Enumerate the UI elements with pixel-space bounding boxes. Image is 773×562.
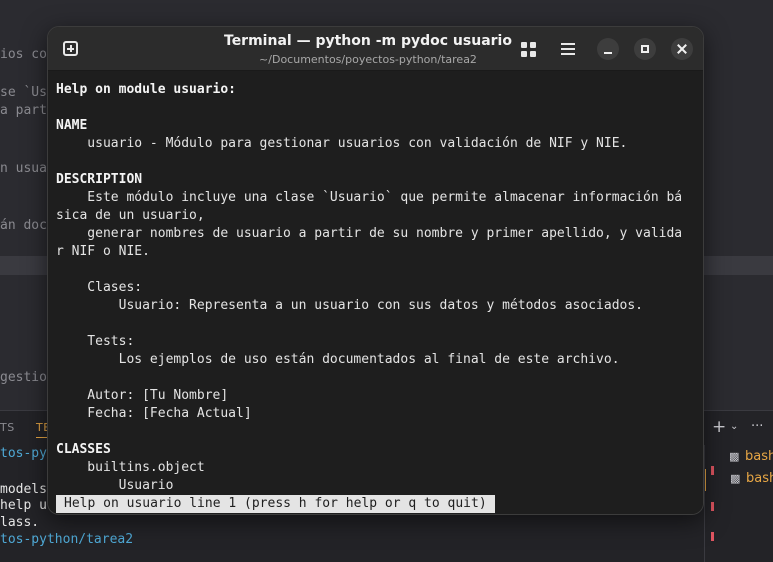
close-icon[interactable] <box>671 38 693 60</box>
editor-line: án doc <box>0 218 47 233</box>
terminal-output-line: Los ejemplos de uso están documentados a… <box>56 352 620 367</box>
terminal-output-line: Usuario: Representa a un usuario con sus… <box>56 298 643 313</box>
change-marker <box>711 532 714 541</box>
terminal-output-line: generar nombres de usuario a partir de s… <box>56 226 683 241</box>
terminal-list-item-label: bash <box>746 471 773 486</box>
editor-line: ios co <box>0 47 47 62</box>
editor-line: gestio <box>0 370 47 385</box>
terminal-icon: ▩ <box>729 450 740 463</box>
window-title: Terminal — python -m pydoc usuario <box>224 33 512 49</box>
terminal-output[interactable]: Help on usuario line 1 (press h for help… <box>48 72 703 514</box>
change-marker <box>711 466 714 475</box>
add-terminal-icon[interactable]: + <box>712 417 726 437</box>
terminal-list-item-label: bash <box>745 449 773 464</box>
terminal-list-item[interactable]: ▩ bash <box>705 469 773 491</box>
editor-line: se `Us <box>0 85 47 100</box>
editor-line: a part <box>0 103 47 118</box>
terminal-header-bar[interactable]: Terminal — python -m pydoc usuario ~/Doc… <box>48 27 703 71</box>
terminal-output-line: Clases: <box>56 280 143 295</box>
terminal-icon: ▩ <box>730 472 741 485</box>
terminal-list-item[interactable]: ▩ bash <box>705 447 773 469</box>
panel-terminal-line: tos-python/tarea2 <box>0 532 134 547</box>
panel-terminal-line: tos-py <box>0 446 47 461</box>
panel-tab-ports[interactable]: TS <box>0 421 15 434</box>
terminal-output-line: Fecha: [Fecha Actual] <box>56 406 252 421</box>
terminal-output-line: r NIF o NIE. <box>56 244 150 259</box>
terminal-output-line: Autor: [Tu Nombre] <box>56 388 229 403</box>
change-marker <box>711 502 714 511</box>
panel-terminal-line: lass. <box>0 515 40 530</box>
pager-status-bar: Help on usuario line 1 (press h for help… <box>56 495 495 513</box>
terminal-list: ▩ bash ▩ bash <box>704 445 773 562</box>
window-title-group: Terminal — python -m pydoc usuario ~/Doc… <box>188 31 548 67</box>
terminal-output-line: Este módulo incluye una clase `Usuario` … <box>56 190 683 205</box>
minimize-icon[interactable] <box>597 38 619 60</box>
pydoc-section-heading: CLASSES <box>56 442 111 457</box>
terminal-output-line: sica de un usuario, <box>56 208 205 223</box>
panel-terminal-line: models <box>0 482 47 497</box>
more-actions-icon[interactable]: ··· <box>751 419 763 434</box>
window-subtitle-path: ~/Documentos/poyectos-python/tarea2 <box>259 53 477 66</box>
pydoc-section-heading: DESCRIPTION <box>56 172 143 187</box>
hamburger-menu-icon[interactable] <box>556 37 580 61</box>
terminal-output-line: Usuario <box>56 478 174 493</box>
terminal-output-line: builtins.object <box>56 460 205 475</box>
pydoc-section-heading: NAME <box>56 118 88 133</box>
terminal-output-line: usuario - Módulo para gestionar usuarios… <box>56 136 628 151</box>
terminal-window[interactable]: Terminal — python -m pydoc usuario ~/Doc… <box>47 26 704 515</box>
grid-view-icon[interactable] <box>517 37 541 61</box>
chevron-down-icon[interactable]: ⌄ <box>730 421 738 432</box>
new-tab-icon[interactable] <box>61 39 81 59</box>
pydoc-section-heading: Help on module usuario: <box>56 82 237 97</box>
editor-line: n usua <box>0 161 47 176</box>
terminal-output-line: Tests: <box>56 334 135 349</box>
maximize-icon[interactable] <box>634 38 656 60</box>
